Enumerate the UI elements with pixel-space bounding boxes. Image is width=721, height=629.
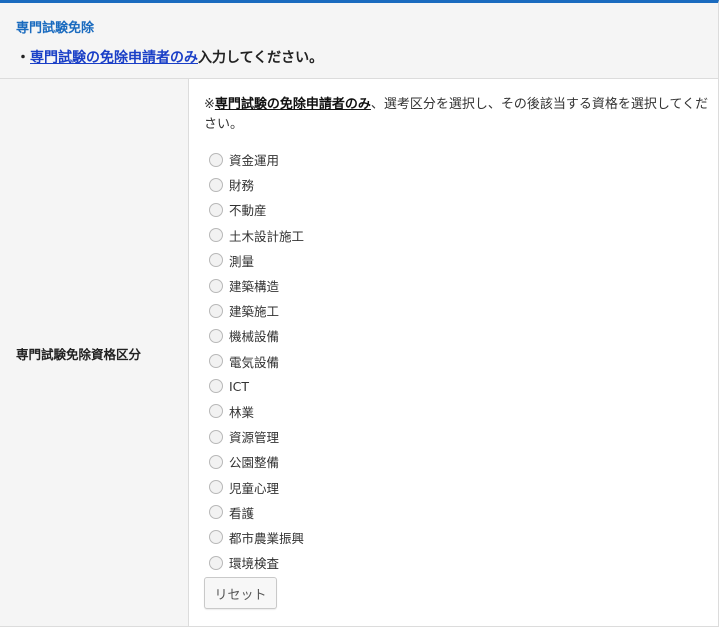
radio-button[interactable]: [209, 253, 223, 268]
radio-button[interactable]: [209, 454, 223, 469]
field-label: 専門試験免除資格区分: [16, 347, 142, 362]
radio-button[interactable]: [209, 328, 223, 343]
radio-option[interactable]: 都市農業振興: [209, 525, 304, 550]
radio-label: 都市農業振興: [229, 530, 305, 546]
radio-button[interactable]: [209, 429, 223, 444]
radio-option[interactable]: ICT: [209, 374, 304, 399]
exemption-applicants-link[interactable]: 専門試験の免除申請者のみ: [30, 50, 198, 66]
radio-button[interactable]: [209, 228, 223, 243]
radio-option[interactable]: 財務: [209, 172, 304, 197]
note-bullet: ・: [16, 50, 30, 66]
radio-label: 建築構造: [229, 279, 280, 295]
radio-option[interactable]: 児童心理: [209, 474, 304, 499]
radio-label: 林業: [229, 404, 255, 420]
radio-label: 公園整備: [229, 455, 280, 471]
radio-option[interactable]: 看護: [209, 500, 304, 525]
radio-label: 資金運用: [229, 153, 280, 169]
radio-button[interactable]: [209, 177, 223, 192]
radio-option[interactable]: 建築構造: [209, 273, 304, 298]
radio-label: 環境検査: [229, 556, 280, 572]
radio-button[interactable]: [209, 379, 223, 394]
radio-label: ICT: [229, 378, 250, 394]
field-value-cell: ※専門試験の免除申請者のみ、選考区分を選択し、その後該当する資格を選択してくださ…: [189, 79, 718, 626]
radio-option[interactable]: 測量: [209, 248, 304, 273]
qualification-radio-group: 資金運用 財務 不動産 土木設計施工 測量 建築構造 建築施工 機械設備 電気設…: [209, 147, 304, 575]
note-text: 入力してください。: [198, 50, 324, 66]
radio-option[interactable]: 不動産: [209, 197, 304, 222]
radio-button[interactable]: [209, 480, 223, 495]
radio-label: 財務: [229, 178, 255, 194]
radio-label: 資源管理: [229, 430, 280, 446]
instruction-prefix: ※: [204, 97, 215, 112]
radio-label: 建築施工: [229, 304, 280, 320]
radio-button[interactable]: [209, 530, 223, 545]
radio-label: 測量: [229, 253, 255, 269]
radio-label: 不動産: [229, 203, 267, 219]
field-label-cell: 専門試験免除資格区分: [0, 79, 189, 626]
radio-option[interactable]: 機械設備: [209, 323, 304, 348]
radio-option[interactable]: 林業: [209, 399, 304, 424]
form-table: 専門試験免除資格区分 ※専門試験の免除申請者のみ、選考区分を選択し、その後該当す…: [0, 78, 719, 627]
instruction-emphasis: 専門試験の免除申請者のみ: [214, 97, 371, 112]
radio-option[interactable]: 資源管理: [209, 424, 304, 449]
radio-button[interactable]: [209, 354, 223, 369]
radio-label: 電気設備: [229, 354, 280, 370]
radio-label: 土木設計施工: [229, 228, 305, 244]
radio-option[interactable]: 土木設計施工: [209, 223, 304, 248]
radio-label: 機械設備: [229, 329, 280, 345]
radio-label: 児童心理: [229, 480, 280, 496]
section-header: 専門試験免除 ・専門試験の免除申請者のみ入力してください。: [0, 0, 719, 78]
section-title: 専門試験免除: [16, 21, 95, 36]
radio-label: 看護: [229, 505, 255, 521]
radio-button[interactable]: [209, 303, 223, 318]
radio-option[interactable]: 環境検査: [209, 550, 304, 575]
radio-option[interactable]: 公園整備: [209, 449, 304, 474]
field-instruction: ※専門試験の免除申請者のみ、選考区分を選択し、その後該当する資格を選択してくださ…: [204, 95, 709, 135]
reset-button[interactable]: リセット: [204, 577, 277, 609]
radio-option[interactable]: 建築施工: [209, 298, 304, 323]
radio-option[interactable]: 電気設備: [209, 349, 304, 374]
radio-option[interactable]: 資金運用: [209, 147, 304, 172]
radio-button[interactable]: [209, 555, 223, 570]
section-note: ・専門試験の免除申請者のみ入力してください。: [16, 47, 323, 67]
radio-button[interactable]: [209, 152, 223, 167]
radio-button[interactable]: [209, 505, 223, 520]
radio-button[interactable]: [209, 202, 223, 217]
radio-button[interactable]: [209, 404, 223, 419]
radio-button[interactable]: [209, 278, 223, 293]
